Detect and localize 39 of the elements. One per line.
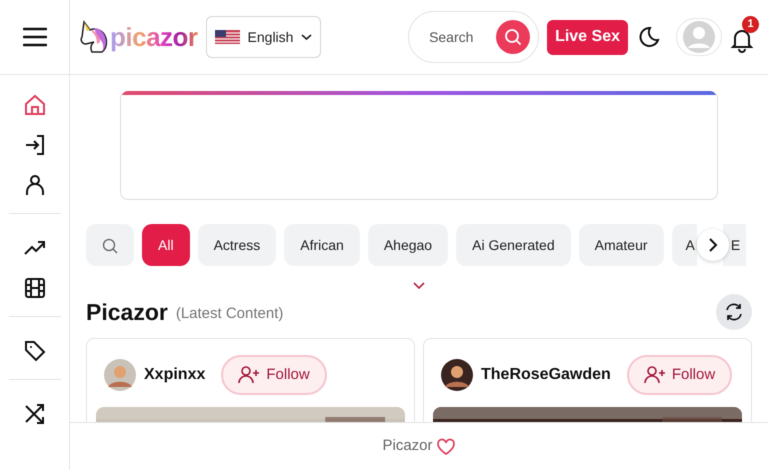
chevron-right-icon	[708, 238, 718, 252]
search-icon	[102, 238, 118, 254]
notification-count: 1	[742, 16, 759, 33]
category-chip[interactable]: Ahegao	[368, 224, 448, 266]
category-chip[interactable]: Ai Generated	[456, 224, 571, 266]
category-chip[interactable]: African	[284, 224, 360, 266]
live-button[interactable]: Live Sex	[547, 20, 628, 54]
refresh-icon	[724, 302, 744, 322]
section-title: Picazor	[86, 298, 168, 327]
next-button[interactable]	[696, 229, 729, 261]
refresh-button[interactable]	[716, 294, 752, 330]
category-chip[interactable]: A	[672, 224, 697, 266]
heart-icon	[436, 438, 456, 456]
follow-button[interactable]: Follow	[221, 355, 327, 395]
unicorn-icon	[78, 20, 110, 54]
follow-button[interactable]: Follow	[626, 355, 732, 395]
add-user-icon	[238, 366, 260, 384]
bell-icon[interactable]	[730, 27, 754, 53]
search-icon	[504, 28, 522, 46]
category-chip[interactable]: Actress	[198, 224, 276, 266]
add-user-icon	[644, 366, 666, 384]
category-chip[interactable]: All	[142, 224, 190, 266]
menu-icon[interactable]	[22, 27, 46, 47]
language-dropdown[interactable]: English	[206, 16, 322, 58]
chevron-down-icon[interactable]	[413, 282, 425, 290]
flag-icon	[214, 30, 240, 44]
film-icon[interactable]	[22, 276, 46, 300]
username[interactable]: TheRoseGawden	[481, 363, 611, 387]
search-button[interactable]	[496, 20, 530, 54]
avatar[interactable]	[441, 359, 473, 391]
category-chip[interactable]: Amateur	[578, 224, 664, 266]
tag-icon[interactable]	[22, 339, 46, 363]
section-subtitle: (Latest Content)	[176, 304, 284, 324]
username[interactable]: Xxpinxx	[144, 363, 206, 387]
footer-text: Picazor	[382, 436, 433, 456]
home-icon[interactable]	[22, 93, 46, 117]
shuffle-icon[interactable]	[22, 402, 46, 426]
search-button[interactable]	[86, 224, 134, 266]
caret-icon	[301, 33, 312, 41]
